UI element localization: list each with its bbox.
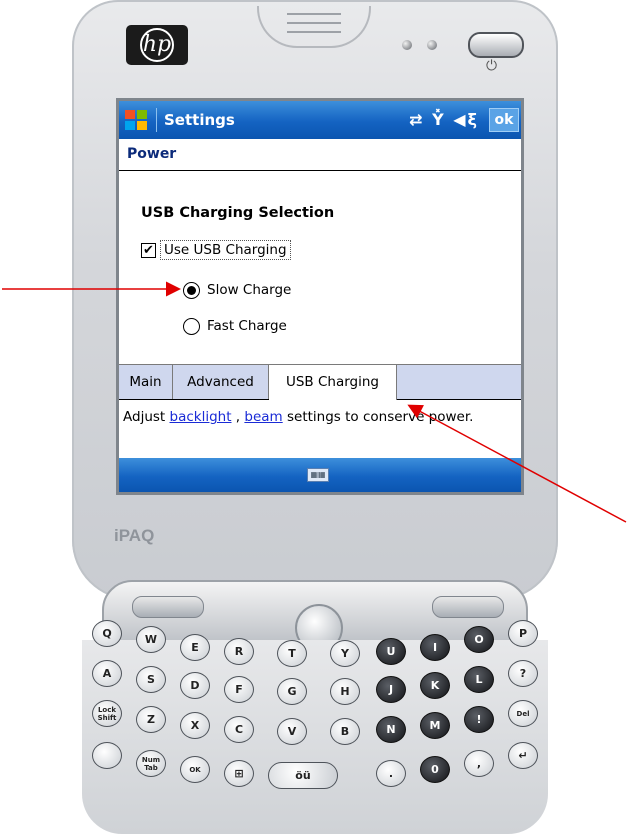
section-header: Power [119,139,521,171]
radio-selected-icon[interactable] [183,281,200,299]
start-menu-icon[interactable] [125,110,149,132]
key-n[interactable]: N [376,716,406,743]
title-bar: Settings ⇄ Y̽ ◀ξ ok [119,101,521,139]
beam-link[interactable]: beam [244,409,282,425]
menu-bar: ▦▦ [119,458,521,492]
tab-bar: Main Advanced USB Charging [119,364,521,400]
radio-fast-charge[interactable]: Fast Charge [183,315,287,337]
key-e[interactable]: E [180,634,210,661]
radio-label[interactable]: Fast Charge [207,318,287,334]
key-d[interactable]: D [180,672,210,699]
key-exclaim[interactable]: ! [464,706,494,733]
checkbox-checked-icon[interactable]: ✔ [141,242,156,258]
radio-unselected-icon[interactable] [183,317,200,335]
ok-button[interactable]: ok [489,108,519,132]
key-j[interactable]: J [376,676,406,703]
enter-key-icon[interactable]: ↵ [508,742,538,769]
key-s[interactable]: S [136,666,166,693]
key-comma[interactable]: , [464,750,494,777]
key-q[interactable]: Q [92,620,122,647]
key-y[interactable]: Y [330,640,360,667]
key-circle[interactable] [92,742,122,769]
key-x[interactable]: X [180,712,210,739]
key-r[interactable]: R [224,638,254,665]
key-z[interactable]: Z [136,706,166,733]
end-call-button[interactable] [432,596,504,618]
pocket-pc-device: hp ⏻ Settings ⇄ Y̽ ◀ξ ok Power USB Charg… [72,0,558,834]
key-t[interactable]: T [277,640,307,667]
key-k[interactable]: K [420,672,450,699]
key-question[interactable]: ? [508,660,538,687]
status-icons[interactable]: ⇄ Y̽ ◀ξ [409,110,479,129]
key-i[interactable]: I [420,634,450,661]
radio-label[interactable]: Slow Charge [207,282,291,298]
hp-logo: hp [126,25,188,65]
backlight-link[interactable]: backlight [170,409,232,425]
ipaq-label: iPAQ [114,526,155,545]
key-h[interactable]: H [330,678,360,705]
key-ok[interactable]: OK [180,756,210,783]
key-b[interactable]: B [330,718,360,745]
key-v[interactable]: V [277,718,307,745]
key-period[interactable]: . [376,760,406,787]
key-p[interactable]: P [508,620,538,647]
status-led [402,40,412,50]
key-o[interactable]: O [464,626,494,653]
page-title: Power [127,146,177,162]
windows-key-icon[interactable]: ⊞ [224,760,254,787]
key-c[interactable]: C [224,716,254,743]
use-usb-charging-checkbox[interactable]: ✔ Use USB Charging [141,239,291,261]
key-w[interactable]: W [136,626,166,653]
power-button[interactable] [468,32,524,58]
key-space[interactable]: öü [268,762,338,789]
key-g[interactable]: G [277,678,307,705]
checkbox-label[interactable]: Use USB Charging [160,240,291,260]
app-title: Settings [164,111,235,129]
tab-advanced[interactable]: Advanced [173,365,269,399]
key-l[interactable]: L [464,666,494,693]
tab-usb-charging[interactable]: USB Charging [269,365,397,400]
help-text: Adjust backlight , beam settings to cons… [123,409,474,425]
key-delete[interactable]: Del [508,700,538,727]
key-zero[interactable]: 0 [420,756,450,783]
key-f[interactable]: F [224,676,254,703]
key-u[interactable]: U [376,638,406,665]
group-title: USB Charging Selection [141,205,335,221]
status-led [427,40,437,50]
key-num-tab[interactable]: Num Tab [136,750,166,777]
power-icon: ⏻ [486,58,498,74]
key-lock-shift[interactable]: Lock Shift [92,700,122,727]
radio-slow-charge[interactable]: Slow Charge [183,279,291,301]
key-m[interactable]: M [420,712,450,739]
device-screen: Settings ⇄ Y̽ ◀ξ ok Power USB Charging S… [116,98,524,495]
tab-main[interactable]: Main [119,365,173,399]
keyboard-icon[interactable]: ▦▦ [307,468,329,482]
key-a[interactable]: A [92,660,122,687]
call-button[interactable] [132,596,204,618]
